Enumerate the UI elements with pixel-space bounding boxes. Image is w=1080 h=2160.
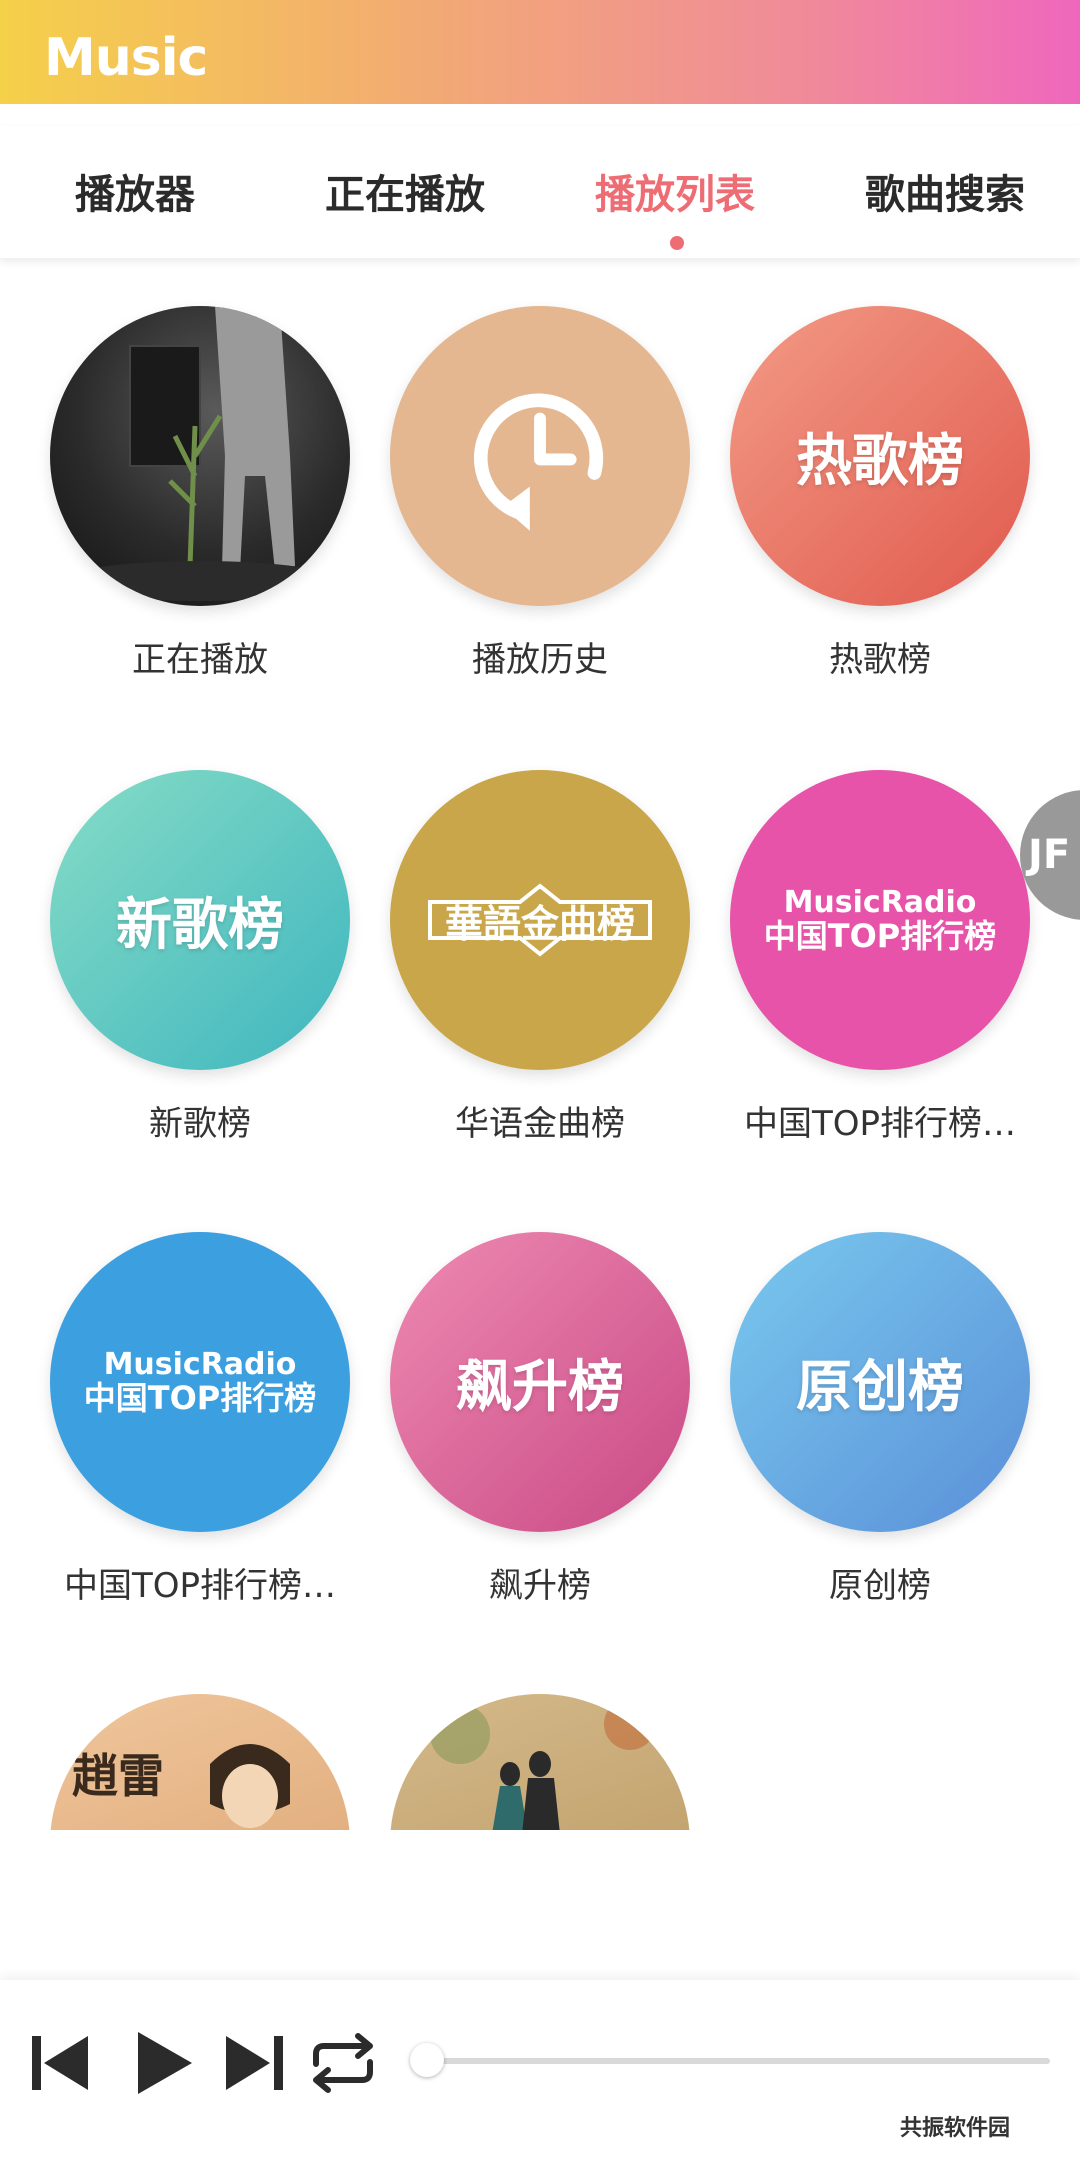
playlist-label: 中国TOP排行榜… <box>743 1104 1017 1144</box>
cover-subtitle: 中国TOP排行榜 <box>763 916 997 955</box>
cover-title: 飙升榜 <box>456 1354 624 1420</box>
progress-knob[interactable] <box>410 2043 444 2077</box>
playlist-label: 飙升榜 <box>489 1566 591 1606</box>
playlist-label: 播放历史 <box>472 640 608 680</box>
now-playing-cover[interactable] <box>50 306 350 606</box>
tab-playlist[interactable]: 播放列表 <box>540 162 810 220</box>
cover-title: 華語金曲榜 <box>444 900 635 946</box>
progress-track[interactable] <box>430 2058 1050 2064</box>
artist-cover[interactable]: 趙雷 <box>50 1694 350 1830</box>
tab-player[interactable]: 播放器 <box>0 162 270 220</box>
app-title: Music <box>44 28 208 88</box>
cover-title: 原创榜 <box>796 1354 964 1420</box>
clipped-row: 趙雷 <box>0 1690 1080 1830</box>
history-clock-icon <box>473 393 604 531</box>
china-top-cover[interactable]: MusicRadio 中国TOP排行榜 <box>50 1232 350 1532</box>
playlist-label: 华语金曲榜 <box>455 1104 625 1144</box>
playlist-label: 正在播放 <box>132 640 268 680</box>
couple-illustration-icon <box>430 1698 656 1830</box>
album-photo-icon <box>60 306 340 601</box>
playlist-label: 原创榜 <box>829 1566 931 1606</box>
playlist-label: 中国TOP排行榜… <box>63 1566 337 1606</box>
floating-action-button[interactable]: JF <box>1020 790 1080 920</box>
app-header: Music <box>0 0 1080 104</box>
cover-title: 新歌榜 <box>116 892 284 958</box>
music-app-screen: Music 播放器 正在播放 播放列表 歌曲搜索 正在播放 播放历史 热歌榜 热… <box>0 0 1080 2160</box>
watermark: 共振软件园 <box>900 2116 1011 2141</box>
previous-icon[interactable] <box>28 2030 94 2096</box>
floating-button-label: JF <box>1028 832 1071 878</box>
tab-now-playing[interactable]: 正在播放 <box>270 162 540 220</box>
playlist-label: 热歌榜 <box>829 640 931 680</box>
artist-portrait-icon <box>210 1744 290 1828</box>
new-songs-cover[interactable]: 新歌榜 <box>50 770 350 1070</box>
cover-subtitle: 中国TOP排行榜 <box>83 1378 317 1417</box>
rising-cover[interactable]: 飙升榜 <box>390 1232 690 1532</box>
repeat-icon[interactable] <box>306 2030 380 2096</box>
china-top-cover[interactable]: MusicRadio 中国TOP排行榜 <box>730 770 1030 1070</box>
tab-bar: 播放器 正在播放 播放列表 歌曲搜索 <box>0 126 1080 258</box>
hot-songs-cover[interactable]: 热歌榜 <box>730 306 1030 606</box>
cover-brand: MusicRadio <box>783 884 977 920</box>
chinese-golden-cover[interactable]: 華語金曲榜 <box>390 770 690 1070</box>
play-icon[interactable] <box>130 2030 196 2096</box>
next-icon[interactable] <box>222 2030 288 2096</box>
cover-title: 热歌榜 <box>796 428 964 494</box>
cover-title: 趙雷 <box>72 1749 164 1803</box>
illustration-cover[interactable] <box>390 1694 690 1830</box>
cover-brand: MusicRadio <box>103 1346 297 1382</box>
history-cover[interactable] <box>390 306 690 606</box>
original-cover[interactable]: 原创榜 <box>730 1232 1030 1532</box>
playlist-label: 新歌榜 <box>149 1104 251 1144</box>
golden-banner: 華語金曲榜 <box>420 880 660 960</box>
tab-song-search[interactable]: 歌曲搜索 <box>810 162 1080 220</box>
active-tab-indicator <box>670 236 684 250</box>
